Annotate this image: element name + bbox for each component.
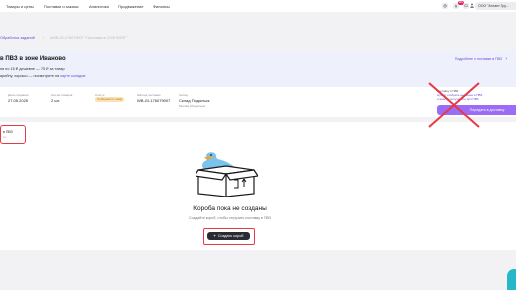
plus-icon: +: [213, 234, 216, 238]
status-badge: Собирается товар: [95, 97, 125, 102]
create-box-highlight: + Создать короб: [203, 228, 255, 245]
chat-icon[interactable]: [463, 3, 469, 9]
warehouse-map-link[interactable]: карте складов: [60, 74, 85, 78]
create-box-label: Создать короб: [217, 234, 244, 238]
boxes-section: [0, 122, 516, 250]
nav-item-analytics[interactable]: Аналитика: [89, 4, 109, 9]
nav-item-finance[interactable]: Финансы: [153, 4, 170, 9]
chevron-right-icon[interactable]: ›: [505, 56, 507, 62]
banner-line-price: ни по 15 ₽ дешевле — 75 ₽ за товар: [0, 67, 65, 71]
delivery-hint: поставку в ПВЗ Нужно отобрать не менее в…: [427, 85, 516, 105]
breadcrumb-current: #WB-GI-176079007 "Поставка в СОФ ВЭЗГ": [50, 36, 128, 40]
created-label: Дата создания: [8, 93, 29, 97]
nav-item-supplies[interactable]: Поставки и заказы: [44, 4, 78, 9]
quantity-value: 2 шт.: [51, 98, 61, 103]
pvz-tab[interactable]: в ПВЗ от ...: [0, 125, 26, 144]
user-icon: [470, 3, 474, 8]
empty-box-illustration: [196, 152, 258, 197]
supply-id-label: ШК-код поставки: [137, 93, 161, 97]
banner-line-map: арибну, хорошо — посмотрите на карте скл…: [0, 74, 85, 78]
warehouse-subtitle: Москва (Подольск): [179, 104, 206, 108]
pvz-tab-label: в ПВЗ: [3, 130, 13, 134]
banner-line-map-text: арибну, хорошо — посмотрите на: [0, 74, 60, 78]
support-chat-widget[interactable]: [507, 269, 516, 290]
send-to-delivery-button[interactable]: Передать в доставку: [437, 105, 516, 115]
delivery-hint-line3: и внести получателя для ПВЗ: [437, 97, 479, 101]
empty-state-subtitle: Создайте короб, чтобы отгрузить поставку…: [188, 216, 271, 220]
created-value: 27.05.2025: [8, 98, 29, 103]
pvz-tab-sub: от ...: [3, 135, 9, 139]
warehouse-value: Склад Подольск: [179, 98, 210, 103]
nav-item-promotion[interactable]: Продвижение: [118, 4, 144, 9]
nav-item-products[interactable]: Товары и цены: [6, 4, 34, 9]
breadcrumb-link[interactable]: Обработка заданий: [0, 35, 35, 41]
empty-state-title: Короба пока не созданы: [193, 205, 267, 212]
warehouse-label: Склад: [179, 93, 188, 97]
top-navigation-bar: Товары и цены Поставки и заказы Аналитик…: [0, 0, 516, 12]
info-banner: в ПВЗ в зоне Иваново ни по 15 ₽ дешевле …: [0, 51, 516, 87]
banner-title: в ПВЗ в зоне Иваново: [0, 56, 66, 62]
quantity-label: Кол-во товаров: [51, 93, 73, 97]
supply-details-link[interactable]: Подробнее о поставке в ПВЗ: [455, 57, 502, 61]
supply-id-value: WB-GI-176079007: [137, 98, 171, 103]
organization-selector[interactable]: ООО "Атлант Гру...: [475, 2, 516, 10]
refresh-icon[interactable]: [442, 3, 448, 9]
create-box-button[interactable]: + Создать короб: [207, 232, 250, 240]
breadcrumb-separator: /: [43, 36, 45, 40]
